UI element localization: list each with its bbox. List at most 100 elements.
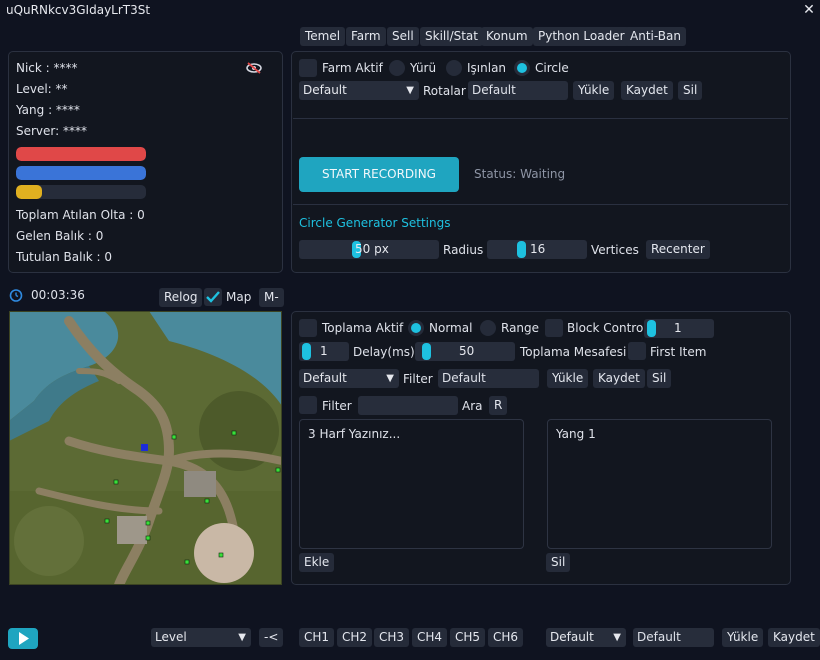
route-save-button[interactable]: Kaydet [621,81,673,100]
preset-name-input[interactable]: Default [633,628,714,647]
chevron-down-icon: ▼ [613,632,621,643]
route-delete-button[interactable]: Sil [678,81,703,100]
stat-incoming-fish: Gelen Balık : 0 [16,229,104,243]
radius-value: 50 px [355,242,389,256]
preset-save-button[interactable]: Kaydet [768,628,820,647]
slider-handle[interactable] [302,343,311,360]
player-yang: Yang : **** [16,103,80,117]
delay-slider[interactable]: 1 [299,342,349,361]
window-title: uQuRNkcv3GIdayLrT3St [6,3,151,17]
level-select[interactable]: Level ▼ [151,628,251,647]
item-name-placeholder: 3 Harf Yazınız... [308,427,401,441]
vertices-label: Vertices [591,243,639,257]
player-level: Level: ** [16,82,68,96]
chevron-down-icon: ▼ [386,373,394,384]
refresh-button[interactable]: R [489,396,508,415]
range-radio[interactable] [480,320,496,336]
back-button[interactable]: -< [259,628,284,647]
tab-skill-stat[interactable]: Skill/Stat [420,27,483,46]
range-label: Range [501,321,540,335]
exp-bar [16,185,146,199]
pickup-active-checkbox[interactable] [299,319,317,337]
filter-name-input[interactable]: Default [438,369,539,388]
circle-settings-title: Circle Generator Settings [299,216,451,230]
mp-bar [16,166,146,180]
radius-label: Radius [443,243,484,257]
teleport-radio[interactable] [446,60,462,76]
filter-delete-button[interactable]: Sil [647,369,672,388]
add-item-button[interactable]: Ekle [299,553,335,572]
block-control-slider[interactable]: 1 [644,319,714,338]
item-list[interactable]: Yang 1 [547,419,772,549]
remove-item-button[interactable]: Sil [546,553,571,572]
teleport-label: Işınlan [467,61,507,75]
route-select[interactable]: Default ▼ [299,81,419,100]
circle-radio[interactable] [514,60,530,76]
map-zoom-out-button[interactable]: M- [259,288,284,307]
channel-1-button[interactable]: CH1 [299,628,335,647]
search-label: Ara [462,399,483,413]
channel-4-button[interactable]: CH4 [412,628,448,647]
stat-caught-fish: Tutulan Balık : 0 [16,250,113,264]
tab-python-loader[interactable]: Python Loader [533,27,630,46]
tab-temel[interactable]: Temel [300,27,346,46]
first-item-label: First Item [650,345,707,359]
list-item[interactable]: Yang 1 [556,427,596,441]
filter-save-button[interactable]: Kaydet [593,369,645,388]
slider-handle[interactable] [422,343,431,360]
preset-load-button[interactable]: Yükle [722,628,764,647]
recenter-button[interactable]: Recenter [646,240,710,259]
first-item-checkbox[interactable] [628,342,646,360]
route-load-button[interactable]: Yükle [573,81,615,100]
route-name-input[interactable]: Default [468,81,568,100]
channel-5-button[interactable]: CH5 [450,628,486,647]
chevron-down-icon: ▼ [238,632,246,643]
walk-label: Yürü [410,61,437,75]
slider-handle[interactable] [647,320,656,337]
block-control-checkbox[interactable] [545,319,563,337]
filter-select[interactable]: Default ▼ [299,369,399,388]
delay-label: Delay(ms) [353,345,415,359]
tab-konum[interactable]: Konum [481,27,533,46]
recording-status: Status: Waiting [474,167,566,181]
divider [293,204,788,205]
relog-button[interactable]: Relog [159,288,203,307]
vertices-slider[interactable]: 16 [487,240,587,259]
normal-label: Normal [429,321,473,335]
slider-handle[interactable] [517,241,526,258]
play-button[interactable] [8,628,38,649]
pickup-distance-slider[interactable]: 50 [415,342,515,361]
tab-farm[interactable]: Farm [346,27,386,46]
elapsed-timer: 00:03:36 [31,288,85,302]
filter-enable-checkbox[interactable] [299,396,317,414]
hp-bar [16,147,146,161]
chevron-down-icon: ▼ [406,85,414,96]
eye-slash-icon[interactable] [244,60,264,76]
map-label: Map [226,290,252,304]
clock-icon [9,288,23,302]
player-nick: Nick : **** [16,61,78,75]
normal-radio[interactable] [408,320,424,336]
farm-active-checkbox[interactable] [299,59,317,77]
channel-2-button[interactable]: CH2 [337,628,373,647]
tab-sell[interactable]: Sell [387,27,419,46]
pickup-distance-label: Toplama Mesafesi [520,345,627,359]
stat-total-casts: Toplam Atılan Olta : 0 [16,208,145,222]
channel-3-button[interactable]: CH3 [374,628,410,647]
radius-slider[interactable]: 50 px [299,240,439,259]
farm-active-label: Farm Aktif [322,61,383,75]
minimap[interactable] [8,310,286,590]
close-icon[interactable]: ✕ [802,2,816,18]
preset-select[interactable]: Default ▼ [546,628,626,647]
walk-radio[interactable] [389,60,405,76]
channel-6-button[interactable]: CH6 [488,628,524,647]
filter-load-button[interactable]: Yükle [547,369,589,388]
start-recording-button[interactable]: START RECORDING [299,157,459,192]
tab-anti-ban[interactable]: Anti-Ban [625,27,686,46]
filter-label: Filter [403,372,433,386]
pickup-active-label: Toplama Aktif [322,321,404,335]
play-icon [19,632,29,645]
item-name-textarea[interactable]: 3 Harf Yazınız... [299,419,524,549]
search-input[interactable] [358,396,458,415]
map-checkbox[interactable] [204,288,222,306]
